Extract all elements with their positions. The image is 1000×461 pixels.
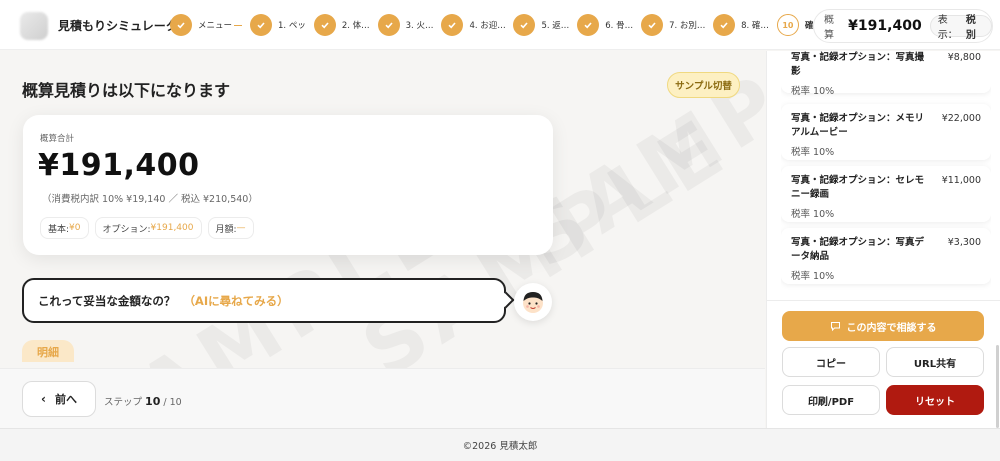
- item-name: 写真・記録オプション：メモリアルムービー: [791, 113, 925, 138]
- prev-button[interactable]: ‹ 前へ: [22, 381, 96, 417]
- prev-label: 前へ: [54, 393, 77, 406]
- check-icon: [713, 14, 736, 36]
- summary-label: 概算合計: [40, 134, 75, 144]
- main-content: SAMPLE SAMPLE SAMPLE 概算見積りは以下になります サンプル切…: [0, 51, 765, 368]
- chip-value: ¥0: [69, 223, 81, 233]
- step-5[interactable]: 5. 返…: [513, 14, 569, 36]
- step-label: 3. 火…: [405, 21, 434, 31]
- ai-ask-bubble[interactable]: これって妥当な金額なの？ （AIに尋ねてみる）: [22, 278, 506, 323]
- line-item: 写真・記録オプション：セレモニー録画 ¥11,000 税率 10%: [781, 166, 991, 222]
- summary-tax-note: （消費税内訳 10% ¥19,140 ／ 税込 ¥210,540）: [42, 194, 258, 205]
- item-price: ¥8,800: [947, 52, 981, 63]
- check-icon: [313, 14, 336, 36]
- check-icon: [641, 14, 664, 36]
- check-icon: [577, 14, 600, 36]
- estimate-summary: 概算 ¥191,400 表示： 税別: [813, 9, 993, 43]
- item-tax: 税率 10%: [791, 209, 835, 220]
- chip-label: 月額:: [215, 224, 237, 235]
- check-icon: [377, 14, 400, 36]
- assistant-face-icon: [523, 292, 543, 313]
- print-pdf-button[interactable]: 印刷/PDF: [782, 385, 880, 415]
- line-items[interactable]: 写真・記録オプション：写真撮影 ¥8,800 税率 10% 写真・記録オプション…: [781, 51, 991, 299]
- copyright: ©2026 見積太郎: [0, 428, 1000, 461]
- app-logo: [20, 12, 48, 40]
- ai-ask-link[interactable]: （AIに尋ねてみる）: [183, 293, 288, 309]
- step-navigation: ‹ 前へ ステップ 10 / 10: [0, 368, 765, 428]
- step-divider: [234, 24, 243, 26]
- step-1[interactable]: 1. ペッ: [250, 14, 306, 36]
- summary-chips: 基本: ¥0 オプション: ¥191,400 月額: —: [40, 217, 260, 239]
- step-label: 1. ペッ: [278, 21, 306, 31]
- summary-total: ¥191,400: [38, 148, 200, 183]
- line-item: 写真・記録オプション：メモリアルムービー ¥22,000 税率 10%: [781, 104, 991, 160]
- item-price: ¥22,000: [941, 113, 981, 124]
- line-item: 写真・記録オプション：写真撮影 ¥8,800 税率 10%: [781, 51, 991, 97]
- sidebar-scrollbar[interactable]: [996, 345, 999, 428]
- consult-label: この内容で相談する: [846, 322, 937, 334]
- tax-toggle-label: 表示：: [937, 15, 958, 41]
- step-7[interactable]: 7. お別…: [641, 14, 705, 36]
- step-label: 2. 体…: [341, 21, 370, 31]
- item-tax: 税率 10%: [791, 86, 835, 97]
- step-label: 7. お別…: [669, 21, 706, 31]
- summary-card: 概算合計 ¥191,400 （消費税内訳 10% ¥19,140 ／ 税込 ¥2…: [23, 115, 553, 255]
- tax-display-toggle[interactable]: 表示： 税別: [929, 15, 992, 41]
- tax-toggle-value: 税別: [965, 15, 976, 41]
- chat-icon: [830, 321, 840, 331]
- step-current: 10: [145, 395, 161, 408]
- item-name: 写真・記録オプション：セレモニー録画: [791, 175, 925, 200]
- check-icon: [441, 14, 464, 36]
- check-icon: [250, 14, 273, 36]
- chip-label: オプション:: [102, 224, 151, 235]
- item-price: ¥3,300: [947, 237, 981, 248]
- chip-label: 基本:: [48, 224, 70, 235]
- consult-button[interactable]: この内容で相談する: [782, 311, 984, 341]
- details-tab[interactable]: 明細: [22, 340, 74, 362]
- step-counter: ステップ 10 / 10: [104, 394, 182, 408]
- url-share-button[interactable]: URL共有: [886, 347, 984, 377]
- chip-value: —: [236, 223, 246, 233]
- step-label: 4. お迎…: [469, 21, 506, 31]
- app-header: 見積もりシミュレーター メニュー 1. ペッ 2. 体… 3. 火… 4. お迎…: [0, 0, 1000, 50]
- copy-button[interactable]: コピー: [782, 347, 880, 377]
- estimate-amount: ¥191,400: [848, 18, 922, 34]
- line-item: 写真・記録オプション：写真データ納品 ¥3,300 税率 10%: [781, 228, 991, 284]
- step-progress: メニュー 1. ペッ 2. 体… 3. 火… 4. お迎… 5. 返… 6. 骨…: [170, 12, 830, 38]
- divider: [767, 300, 1000, 301]
- reset-button[interactable]: リセット: [886, 385, 984, 415]
- sample-toggle-button[interactable]: サンプル切替: [667, 72, 740, 98]
- chip-options: オプション: ¥191,400: [94, 217, 202, 239]
- step-2[interactable]: 2. 体…: [313, 14, 370, 36]
- item-price: ¥11,000: [941, 175, 981, 186]
- estimate-sidebar: 写真・記録オプション：写真撮影 ¥8,800 税率 10% 写真・記録オプション…: [766, 51, 1000, 428]
- page-title: 概算見積りは以下になります: [22, 81, 231, 100]
- item-tax: 税率 10%: [791, 147, 835, 158]
- step-number: 10: [776, 14, 799, 36]
- step-label: 6. 骨…: [605, 21, 634, 31]
- assistant-avatar[interactable]: [514, 283, 552, 321]
- step-4[interactable]: 4. お迎…: [441, 14, 505, 36]
- step-label: 5. 返…: [541, 21, 570, 31]
- item-tax: 税率 10%: [791, 271, 835, 282]
- step-prefix: ステップ: [104, 397, 143, 408]
- item-name: 写真・記録オプション：写真撮影: [791, 52, 925, 77]
- step-label: 8. 確…: [741, 21, 769, 31]
- estimate-label: 概算: [824, 15, 834, 41]
- step-6[interactable]: 6. 骨…: [577, 14, 633, 36]
- chip-basic: 基本: ¥0: [40, 217, 89, 239]
- step-menu[interactable]: メニュー: [170, 14, 243, 36]
- check-icon: [513, 14, 536, 36]
- step-8[interactable]: 8. 確…: [713, 14, 769, 36]
- chip-monthly: 月額: —: [207, 217, 254, 239]
- chip-value: ¥191,400: [150, 223, 194, 233]
- item-name: 写真・記録オプション：写真データ納品: [791, 237, 925, 262]
- check-icon: [170, 14, 192, 36]
- ai-prompt-text: これって妥当な金額なの？: [38, 293, 176, 308]
- step-label: メニュー: [198, 21, 233, 31]
- step-3[interactable]: 3. 火…: [377, 14, 434, 36]
- chevron-left-icon: ‹: [41, 392, 46, 406]
- step-total: / 10: [163, 397, 182, 408]
